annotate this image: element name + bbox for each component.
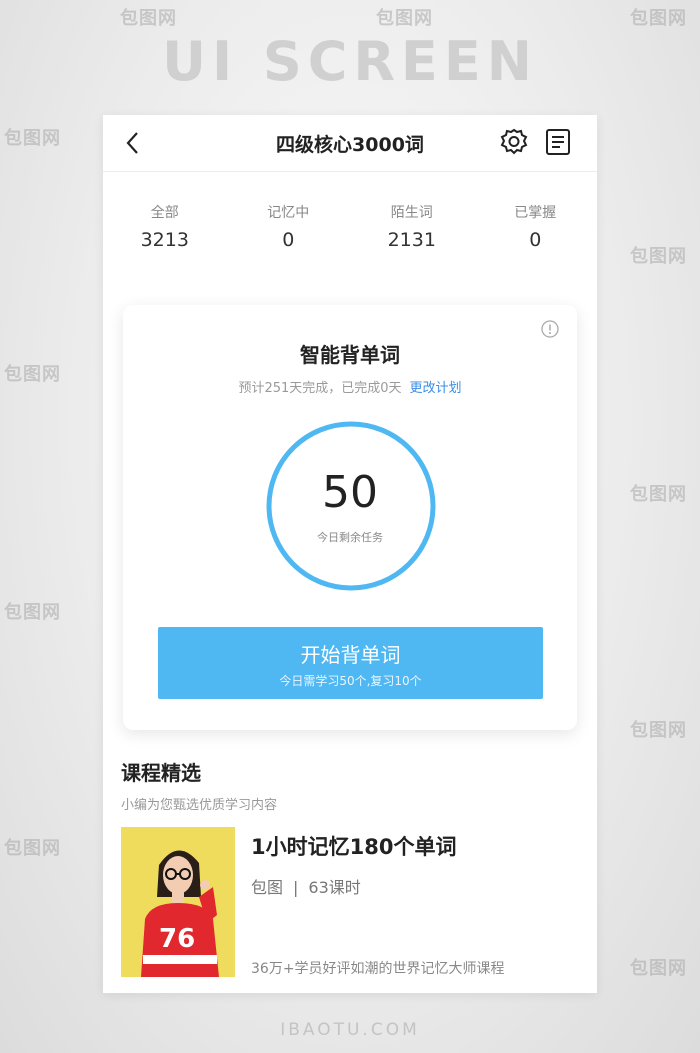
remaining-count: 50 [322, 467, 378, 518]
stat-value: 0 [529, 229, 542, 251]
svg-text:76: 76 [159, 924, 195, 954]
phone-screen: 四级核心3000词 全部 3213 记忆中 0 陌生词 2131 已掌握 0 智… [103, 115, 597, 993]
section-subtitle: 小编为您甄选优质学习内容 [121, 798, 278, 813]
start-memorize-button[interactable]: 开始背单词 今日需学习50个,复习10个 [158, 627, 543, 699]
word-list-icon[interactable] [543, 127, 573, 157]
info-icon[interactable] [541, 320, 559, 338]
course-thumbnail: 76 [121, 827, 235, 977]
stat-mastered[interactable]: 已掌握 0 [474, 203, 598, 251]
course-description: 36万+学员好评如潮的世界记忆大师课程 [251, 961, 505, 977]
footer-text: IBAOTU.COM [280, 1020, 420, 1040]
header-text: UI SCREEN [162, 30, 538, 93]
person-photo-icon: 76 [121, 827, 235, 977]
gear-icon[interactable] [499, 127, 529, 157]
stat-label: 记忆中 [267, 205, 310, 221]
course-lessons: 63课时 [308, 878, 361, 897]
stat-value: 3213 [140, 229, 189, 251]
start-button-sub: 今日需学习50个,复习10个 [279, 674, 422, 688]
stats-row: 全部 3213 记忆中 0 陌生词 2131 已掌握 0 [103, 203, 597, 251]
watermark: 包图网 [630, 958, 687, 979]
watermark: 包图网 [4, 128, 61, 149]
watermark: 包图网 [630, 720, 687, 741]
stat-all[interactable]: 全部 3213 [103, 203, 227, 251]
watermark: 包图网 [4, 602, 61, 623]
stat-label: 全部 [150, 205, 179, 221]
course-meta: 包图 | 63课时 [251, 874, 361, 898]
stat-memorizing[interactable]: 记忆中 0 [227, 203, 351, 251]
plan-text: 预计251天完成，已完成0天 [238, 381, 402, 396]
stat-unfamiliar[interactable]: 陌生词 2131 [350, 203, 474, 251]
change-plan-link[interactable]: 更改计划 [410, 381, 462, 396]
course-item[interactable]: 76 1小时记忆180个单词 包图 | 63课时 36万+学员好评如潮的世界记忆大师… [121, 827, 581, 977]
watermark: 包图网 [630, 484, 687, 505]
card-title: 智能背单词 [300, 343, 400, 367]
stat-value: 0 [282, 229, 295, 251]
watermark: 包图网 [376, 8, 433, 29]
stat-value: 2131 [387, 229, 436, 251]
stat-label: 陌生词 [390, 205, 433, 221]
section-title: 课程精选 [121, 761, 201, 785]
course-author: 包图 [251, 878, 284, 897]
watermark: 包图网 [4, 364, 61, 385]
study-card: 智能背单词 预计251天完成，已完成0天 更改计划 50 今日剩余任务 开始背单词… [123, 305, 577, 730]
watermark: 包图网 [630, 8, 687, 29]
start-button-label: 开始背单词 [300, 643, 401, 667]
meta-divider: | [293, 878, 299, 897]
remaining-caption: 今日剩余任务 [317, 531, 383, 544]
course-title: 1小时记忆180个单词 [251, 835, 457, 859]
watermark: 包图网 [120, 8, 177, 29]
stat-label: 已掌握 [514, 205, 557, 221]
watermark: 包图网 [4, 838, 61, 859]
watermark: 包图网 [630, 246, 687, 267]
plan-info: 预计251天完成，已完成0天 更改计划 [123, 377, 577, 396]
nav-bar: 四级核心3000词 [103, 115, 597, 172]
